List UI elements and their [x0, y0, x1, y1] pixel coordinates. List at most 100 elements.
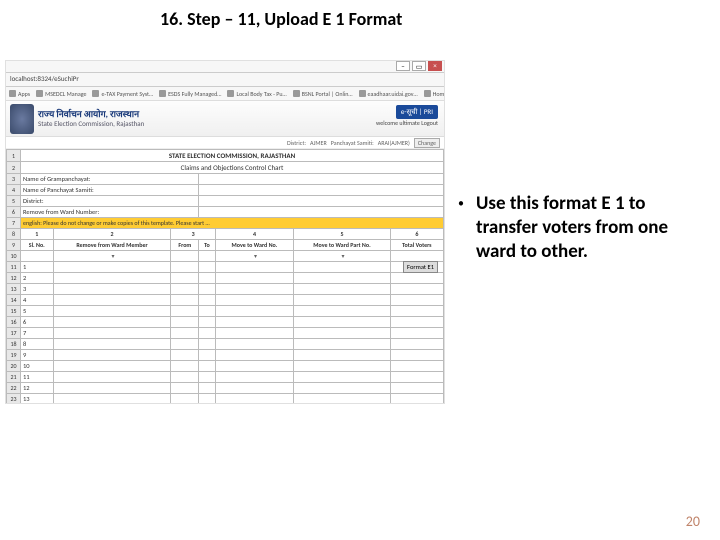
change-button[interactable]: Change [414, 138, 440, 148]
cell-sl[interactable]: 5 [21, 306, 54, 317]
label-district: District: [21, 196, 199, 207]
crumb-district: AJMER [310, 139, 327, 147]
bookmark-label: e-TAX Payment Syst… [101, 90, 153, 98]
row-number: 12 [7, 273, 21, 284]
row-number: 18 [7, 339, 21, 350]
crumb-ps: ARAI(AJMER) [378, 139, 410, 147]
window-titlebar: – ▭ × [6, 61, 444, 73]
page-icon [159, 90, 166, 97]
bookmark-label: Apps [18, 90, 30, 98]
table-row: 199 [7, 350, 444, 361]
welcome-text: welcome ultimate Logout [376, 119, 438, 127]
row-number: 4 [7, 185, 21, 196]
apps-icon [9, 90, 16, 97]
table-row: 144 [7, 295, 444, 306]
table-row: 188 [7, 339, 444, 350]
format-e1-button[interactable]: Format E1 [403, 261, 438, 273]
row-number: 6 [7, 207, 21, 218]
bookmark-item[interactable]: Home: Office of the… [424, 88, 444, 99]
page-icon [359, 90, 366, 97]
cell-sl[interactable]: 11 [21, 372, 54, 383]
row-number: 8 [7, 229, 21, 240]
bookmark-item[interactable]: MSEDCL Manage [36, 88, 86, 99]
table-row: 122 [7, 273, 444, 284]
dropdown-cell[interactable] [53, 251, 171, 262]
dropdown-cell[interactable] [215, 251, 294, 262]
crumb-district-label: District: [287, 139, 306, 147]
col-number-row: 8 1 2 3 4 5 6 [7, 229, 444, 240]
sheet-subheader: Claims and Objections Control Chart [21, 162, 444, 174]
bookmark-item[interactable]: ESDS Fully Managed… [159, 88, 221, 99]
bookmark-item[interactable]: BSNL Portal | Onlin… [293, 88, 353, 99]
bookmark-item[interactable]: Local Body Tax - Pu… [227, 88, 286, 99]
row-number: 3 [7, 174, 21, 185]
table-row: 177 [7, 328, 444, 339]
minimize-button[interactable]: – [396, 61, 410, 71]
cell-sl[interactable]: 9 [21, 350, 54, 361]
row-number: 2 [7, 162, 21, 174]
label-gp: Name of Grampanchayat: [21, 174, 199, 185]
cell-sl[interactable]: 8 [21, 339, 54, 350]
table-row: 2212 [7, 383, 444, 394]
row-number: 19 [7, 350, 21, 361]
slide-title: 16. Step – 11, Upload E 1 Format [0, 0, 720, 34]
bookmark-apps[interactable]: Apps [9, 88, 30, 99]
bookmark-label: Home: Office of the… [433, 90, 444, 98]
row-number: 17 [7, 328, 21, 339]
colnum: 4 [215, 229, 294, 240]
row-number: 13 [7, 284, 21, 295]
colnum: 6 [390, 229, 443, 240]
bullet-area: • Use this format E 1 to transfer voters… [458, 192, 698, 263]
col-header-row: 9 Sl. No. Remove from Ward Member From T… [7, 240, 444, 251]
bookmark-label: eaadhaar.uidai.gov… [368, 90, 418, 98]
bookmarks-bar: Apps MSEDCL Manage e-TAX Payment Syst… E… [6, 87, 444, 101]
table-row: 111 [7, 262, 444, 273]
sheet-header: STATE ELECTION COMMISSION, RAJASTHAN [21, 150, 444, 162]
bookmark-item[interactable]: eaadhaar.uidai.gov… [359, 88, 418, 99]
col-total: Total Voters [390, 240, 443, 251]
label-ward: Remove from Ward Number: [21, 207, 199, 218]
crumb-ps-label: Panchayat Samiti: [331, 139, 374, 147]
cell-sl[interactable]: 7 [21, 328, 54, 339]
col-remove: Remove from Ward Member [53, 240, 171, 251]
esuchi-badge: e-सूची | PRI [396, 105, 438, 119]
colnum: 1 [21, 229, 54, 240]
cell-sl[interactable]: 2 [21, 273, 54, 284]
table-row: 155 [7, 306, 444, 317]
col-slno: Sl. No. [21, 240, 54, 251]
col-moveto: Move to Ward No. [215, 240, 294, 251]
cell-sl[interactable]: 1 [21, 262, 54, 273]
page-icon [36, 90, 43, 97]
dropdown-row: 10 [7, 251, 444, 262]
cell-sl[interactable]: 10 [21, 361, 54, 372]
address-bar[interactable]: localhost:8324/eSuchiPr [6, 73, 444, 87]
row-number: 20 [7, 361, 21, 372]
row-number: 23 [7, 394, 21, 405]
instruction-note: english: Please do not change or make co… [21, 218, 444, 229]
site-header: राज्य निर्वाचन आयोग, राजस्थान State Elec… [6, 101, 444, 137]
page-icon [424, 90, 431, 97]
maximize-button[interactable]: ▭ [412, 61, 426, 71]
bookmark-label: MSEDCL Manage [45, 90, 86, 98]
page-icon [293, 90, 300, 97]
bookmark-item[interactable]: e-TAX Payment Syst… [92, 88, 153, 99]
cell-sl[interactable]: 6 [21, 317, 54, 328]
col-to: To [199, 240, 216, 251]
table-row: 2111 [7, 372, 444, 383]
close-button[interactable]: × [428, 61, 442, 71]
row-number: 21 [7, 372, 21, 383]
embedded-screenshot: – ▭ × localhost:8324/eSuchiPr Apps MSEDC… [5, 60, 445, 404]
bullet-dot-icon: • [458, 192, 464, 263]
dropdown-cell[interactable] [294, 251, 390, 262]
table-row: 2313 [7, 394, 444, 405]
col-movetoward: Move to Ward Part No. [294, 240, 390, 251]
cell-sl[interactable]: 3 [21, 284, 54, 295]
cell-sl[interactable]: 13 [21, 394, 54, 405]
label-ps: Name of Panchayat Samiti: [21, 185, 199, 196]
row-number: 15 [7, 306, 21, 317]
site-title-english: State Election Commission, Rajasthan [38, 120, 144, 128]
row-number: 16 [7, 317, 21, 328]
cell-sl[interactable]: 12 [21, 383, 54, 394]
cell-sl[interactable]: 4 [21, 295, 54, 306]
row-number: 10 [7, 251, 21, 262]
